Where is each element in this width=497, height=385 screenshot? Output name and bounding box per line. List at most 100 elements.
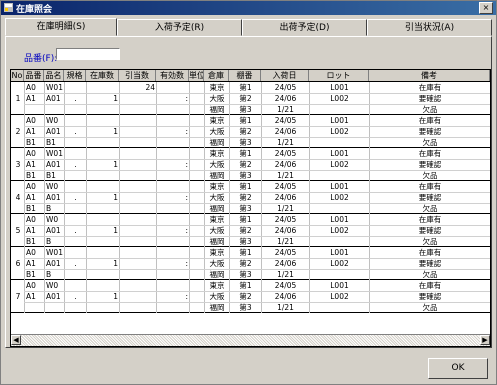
column-divider bbox=[156, 82, 157, 115]
spec: . bbox=[74, 226, 77, 235]
available-qty: : bbox=[185, 94, 188, 103]
warehouse: 福岡 bbox=[209, 138, 225, 147]
item-code: B1 bbox=[26, 237, 36, 246]
arrival-date: 24/06 bbox=[274, 292, 297, 301]
warehouse: 大阪 bbox=[209, 259, 225, 268]
table-row[interactable]: 1 A0 W01 東京 第1 24/05 L001 在庫有 A1 A01 大阪 第2 24/06 L002… bbox=[11, 82, 490, 115]
table-row[interactable]: 6 A0 W01 東京 第1 24/05 L001 在庫有 A1 A01 大阪 第2 24/06 L002… bbox=[11, 247, 490, 280]
column-header[interactable]: 棚番 bbox=[229, 70, 261, 81]
tab-stock-detail[interactable]: 在庫明細(S) bbox=[5, 18, 117, 36]
item-code: A0 bbox=[26, 149, 36, 158]
item-name: W01 bbox=[46, 149, 63, 158]
column-divider bbox=[156, 247, 157, 280]
item-name: B bbox=[46, 237, 52, 246]
tab-allocation-status[interactable]: 引当状況(A) bbox=[367, 19, 492, 36]
scroll-left-icon[interactable]: ◀ bbox=[11, 335, 21, 345]
column-header[interactable]: ロット bbox=[309, 70, 369, 81]
row-number: 2 bbox=[15, 127, 21, 136]
tab-panel: 品番(F): No 品番 品名 規格 在庫数 引当数 有効数 単位 倉庫 棚番 入荷日 ロット 備考 1… bbox=[5, 36, 492, 348]
item-code: A0 bbox=[26, 281, 36, 290]
spec: . bbox=[74, 292, 77, 301]
horizontal-scrollbar[interactable]: ◀ ▶ bbox=[11, 334, 490, 346]
ok-button[interactable]: OK bbox=[428, 358, 488, 379]
warehouse: 福岡 bbox=[209, 303, 225, 312]
column-header[interactable]: 有効数 bbox=[156, 70, 189, 81]
column-divider bbox=[86, 82, 87, 115]
column-divider bbox=[156, 214, 157, 247]
available-qty: : bbox=[185, 160, 188, 169]
row-number: 5 bbox=[15, 226, 21, 235]
arrival-date: 1/21 bbox=[277, 204, 294, 213]
tab-shipment-schedule[interactable]: 出荷予定(D) bbox=[242, 19, 367, 36]
stock-qty: 1 bbox=[113, 292, 118, 301]
column-header[interactable]: No bbox=[11, 70, 24, 81]
shelf-no: 第1 bbox=[239, 182, 252, 191]
allocated-qty: 24 bbox=[145, 83, 155, 92]
column-divider bbox=[229, 247, 230, 280]
item-code: B1 bbox=[26, 138, 36, 147]
column-divider bbox=[44, 82, 45, 115]
column-divider bbox=[64, 82, 65, 115]
scroll-right-icon[interactable]: ▶ bbox=[480, 335, 490, 345]
stock-qty: 1 bbox=[113, 94, 118, 103]
column-header[interactable]: 在庫数 bbox=[86, 70, 119, 81]
warehouse: 東京 bbox=[209, 182, 225, 191]
arrival-date: 24/05 bbox=[274, 116, 297, 125]
column-divider bbox=[204, 148, 205, 181]
remarks: 欠品 bbox=[422, 204, 438, 213]
remarks: 在庫有 bbox=[418, 149, 442, 158]
item-name: B1 bbox=[46, 138, 56, 147]
item-name: A01 bbox=[46, 292, 61, 301]
lot-no: L002 bbox=[330, 259, 349, 268]
item-code: A1 bbox=[26, 94, 36, 103]
column-divider bbox=[261, 181, 262, 214]
arrival-date: 24/05 bbox=[274, 83, 297, 92]
column-divider bbox=[64, 115, 65, 148]
lot-no: L001 bbox=[330, 281, 349, 290]
arrival-date: 24/05 bbox=[274, 281, 297, 290]
close-button[interactable]: × bbox=[479, 2, 493, 14]
remarks: 要確認 bbox=[418, 94, 442, 103]
column-header[interactable]: 引当数 bbox=[119, 70, 156, 81]
item-code: B1 bbox=[26, 204, 36, 213]
filter-input[interactable] bbox=[56, 48, 120, 60]
item-name: A01 bbox=[46, 259, 61, 268]
column-divider bbox=[204, 82, 205, 115]
column-header[interactable]: 規格 bbox=[64, 70, 86, 81]
item-code: A1 bbox=[26, 226, 36, 235]
table-row[interactable]: 2 A0 W0 東京 第1 24/05 L001 在庫有 A1 A01 大阪 第2 24/06 L002 要… bbox=[11, 115, 490, 148]
table-row[interactable]: 5 A0 W0 東京 第1 24/05 L001 在庫有 A1 A01 大阪 第2 24/06 L002 要… bbox=[11, 214, 490, 247]
column-header[interactable]: 倉庫 bbox=[204, 70, 229, 81]
column-header[interactable]: 品名 bbox=[44, 70, 64, 81]
column-divider bbox=[24, 181, 25, 214]
column-divider bbox=[229, 148, 230, 181]
shelf-no: 第3 bbox=[239, 204, 252, 213]
column-header[interactable]: 備考 bbox=[369, 70, 490, 81]
row-number: 7 bbox=[15, 292, 21, 301]
shelf-no: 第1 bbox=[239, 215, 252, 224]
stock-grid[interactable]: No 品番 品名 規格 在庫数 引当数 有効数 単位 倉庫 棚番 入荷日 ロット 備考 1 A0 W01 東京… bbox=[10, 69, 491, 347]
shelf-no: 第3 bbox=[239, 171, 252, 180]
item-name: W0 bbox=[46, 116, 59, 125]
column-divider bbox=[44, 115, 45, 148]
column-header[interactable]: 単位 bbox=[189, 70, 204, 81]
column-divider bbox=[309, 247, 310, 280]
column-divider bbox=[204, 115, 205, 148]
column-header[interactable]: 入荷日 bbox=[261, 70, 309, 81]
item-code: B1 bbox=[26, 171, 36, 180]
remarks: 在庫有 bbox=[418, 281, 442, 290]
shelf-no: 第2 bbox=[239, 259, 252, 268]
table-row[interactable]: 4 A0 W0 東京 第1 24/05 L001 在庫有 A1 A01 大阪 第2 24/06 L002 要… bbox=[11, 181, 490, 214]
column-divider bbox=[204, 247, 205, 280]
column-divider bbox=[261, 214, 262, 247]
remarks: 要確認 bbox=[418, 127, 442, 136]
tab-arrival-schedule[interactable]: 入荷予定(R) bbox=[117, 19, 242, 36]
arrival-date: 24/06 bbox=[274, 259, 297, 268]
arrival-date: 1/21 bbox=[277, 171, 294, 180]
column-divider bbox=[369, 280, 370, 313]
arrival-date: 1/21 bbox=[277, 105, 294, 114]
table-row[interactable]: 3 A0 W01 東京 第1 24/05 L001 在庫有 A1 A01 大阪 第2 24/06 L002… bbox=[11, 148, 490, 181]
column-header[interactable]: 品番 bbox=[24, 70, 44, 81]
table-row[interactable]: 7 A0 W0 東京 第1 24/05 L001 在庫有 A1 A01 大阪 第2 24/06 L002 要… bbox=[11, 280, 490, 313]
available-qty: : bbox=[185, 292, 188, 301]
